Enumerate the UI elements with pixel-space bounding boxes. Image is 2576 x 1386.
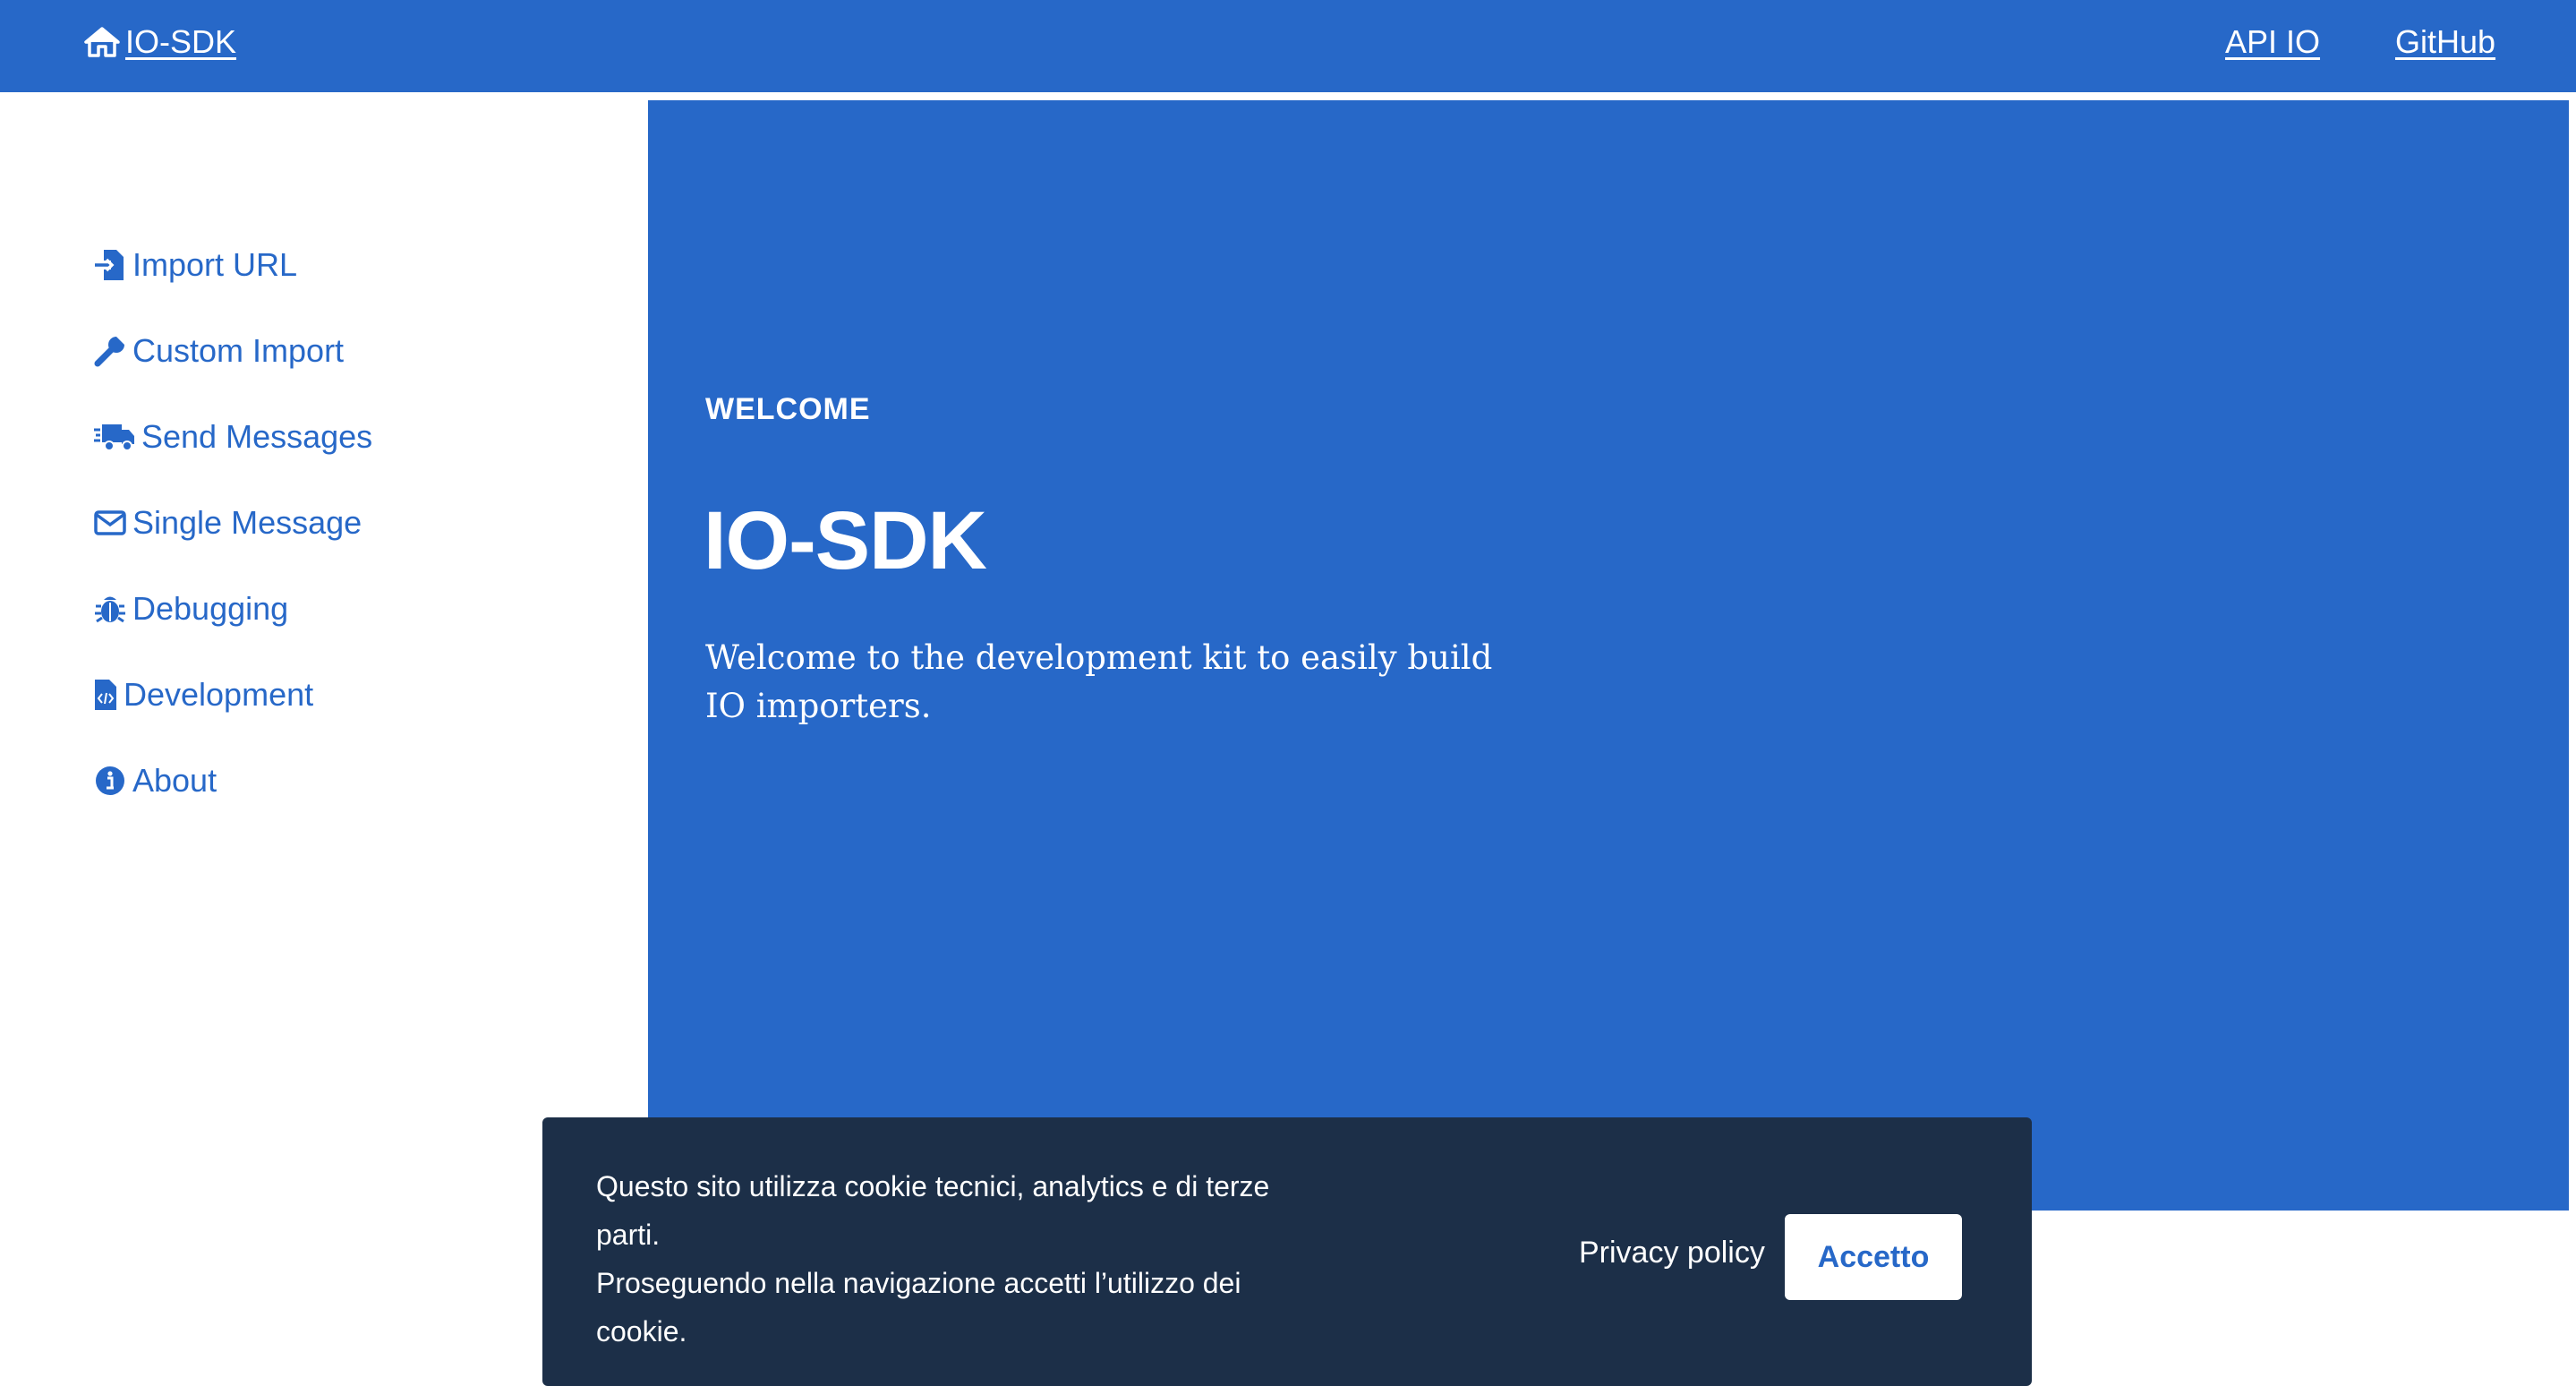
cookie-banner: Questo sito utilizza cookie tecnici, ana…: [542, 1117, 2032, 1386]
info-circle-icon: [93, 764, 127, 798]
sidebar-item-send-messages[interactable]: Send Messages: [93, 413, 372, 461]
sidebar-item-single-message[interactable]: Single Message: [93, 499, 362, 547]
brand-link[interactable]: IO-SDK: [84, 20, 236, 64]
hero-eyebrow: WELCOME: [705, 392, 871, 426]
sidebar-item-debugging[interactable]: Debugging: [93, 585, 288, 633]
sidebar-item-import-url[interactable]: Import URL: [93, 241, 297, 289]
sidebar-item-label: About: [132, 762, 218, 799]
sidebar-item-label: Send Messages: [141, 418, 373, 455]
sidebar-item-label: Import URL: [132, 246, 298, 283]
shipping-fast-icon: [93, 420, 136, 454]
cookie-message: Questo sito utilizza cookie tecnici, ana…: [596, 1162, 1312, 1356]
sidebar-item-label: Debugging: [132, 590, 289, 627]
bug-icon: [93, 592, 127, 626]
sidebar-item-label: Custom Import: [132, 332, 345, 369]
privacy-policy-link[interactable]: Privacy policy: [1579, 1236, 1765, 1270]
file-import-icon: [93, 248, 127, 282]
top-navbar: IO-SDK API IO GitHub: [0, 0, 2576, 92]
brand-label: IO-SDK: [125, 23, 237, 60]
hero-lead: Welcome to the development kit to easily…: [705, 638, 1493, 725]
accept-cookies-button[interactable]: Accetto: [1785, 1214, 1962, 1300]
sidebar-item-custom-import[interactable]: Custom Import: [93, 327, 344, 375]
sidebar-item-label: Development: [124, 676, 314, 713]
home-icon: [84, 27, 120, 57]
sidebar-item-development[interactable]: Development: [93, 671, 313, 719]
nav-link-api-io[interactable]: API IO: [2225, 20, 2320, 64]
sidebar-item-about[interactable]: About: [93, 757, 217, 805]
file-code-icon: [93, 678, 118, 712]
cookie-message-line2: Proseguendo nella navigazione accetti l’…: [596, 1267, 1241, 1348]
cookie-message-line1: Questo sito utilizza cookie tecnici, ana…: [596, 1170, 1270, 1251]
wrench-icon: [93, 334, 127, 368]
page-title: IO-SDK: [704, 495, 987, 586]
nav-link-github[interactable]: GitHub: [2395, 20, 2495, 64]
sidebar-item-label: Single Message: [132, 504, 363, 541]
envelope-icon: [93, 506, 127, 540]
hero-section: WELCOME IO-SDK Welcome to the developmen…: [648, 100, 2569, 1211]
